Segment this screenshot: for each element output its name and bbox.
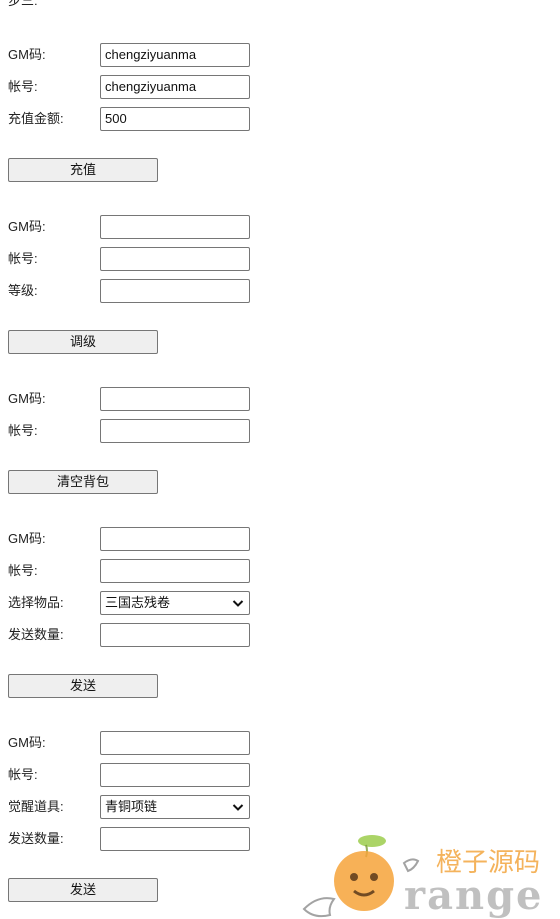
send-awaken-qty-label: 发送数量:: [8, 831, 64, 846]
send-item-account-label: 帐号:: [8, 563, 38, 578]
recharge-amount-input[interactable]: 500: [100, 107, 250, 131]
clear-bag-button[interactable]: 清空背包: [8, 470, 158, 494]
send-awaken-item-selected: 青铜项链: [105, 799, 158, 814]
send-item-gm-input[interactable]: [100, 527, 250, 551]
send-item-qty-label: 发送数量:: [8, 627, 64, 642]
clear-bag-gm-label: GM码:: [8, 391, 46, 406]
watermark-english-text: range: [404, 872, 544, 919]
send-awaken-gm-input[interactable]: [100, 731, 250, 755]
level-level-label: 等级:: [8, 283, 38, 298]
send-awaken-account-label: 帐号:: [8, 767, 38, 782]
level-level-input[interactable]: [100, 279, 250, 303]
send-item-account-input[interactable]: [100, 559, 250, 583]
send-item-item-label: 选择物品:: [8, 595, 64, 610]
send-item-item-selected: 三国志残卷: [105, 595, 171, 610]
send-awaken-gm-label: GM码:: [8, 735, 46, 750]
send-awaken-account-input[interactable]: [100, 763, 250, 787]
send-awaken-qty-input[interactable]: [100, 827, 250, 851]
chevron-down-icon: [232, 600, 244, 607]
level-gm-input[interactable]: [100, 215, 250, 239]
send-awaken-item-label: 觉醒道具:: [8, 799, 64, 814]
chevron-down-icon: [232, 804, 244, 811]
level-gm-label: GM码:: [8, 219, 46, 234]
recharge-amount-label: 充值金额:: [8, 111, 64, 126]
send-awaken-button[interactable]: 发送: [8, 878, 158, 902]
send-item-button[interactable]: 发送: [8, 674, 158, 698]
set-level-button[interactable]: 调级: [8, 330, 158, 354]
step-header: 步三:: [8, 0, 38, 8]
clear-bag-gm-input[interactable]: [100, 387, 250, 411]
recharge-gm-label: GM码:: [8, 47, 46, 62]
send-awaken-item-select[interactable]: 青铜项链: [100, 795, 250, 819]
level-account-label: 帐号:: [8, 251, 38, 266]
recharge-account-input[interactable]: chengziyuanma: [100, 75, 250, 99]
send-item-item-select[interactable]: 三国志残卷: [100, 591, 250, 615]
send-item-qty-input[interactable]: [100, 623, 250, 647]
clear-bag-account-input[interactable]: [100, 419, 250, 443]
send-item-gm-label: GM码:: [8, 531, 46, 546]
orange-mascot-icon: [302, 835, 420, 918]
watermark-logo: 橙子源码 range: [300, 835, 560, 919]
recharge-account-label: 帐号:: [8, 79, 38, 94]
level-account-input[interactable]: [100, 247, 250, 271]
recharge-gm-input[interactable]: chengziyuanma: [100, 43, 250, 67]
recharge-button[interactable]: 充值: [8, 158, 158, 182]
clear-bag-account-label: 帐号:: [8, 423, 38, 438]
